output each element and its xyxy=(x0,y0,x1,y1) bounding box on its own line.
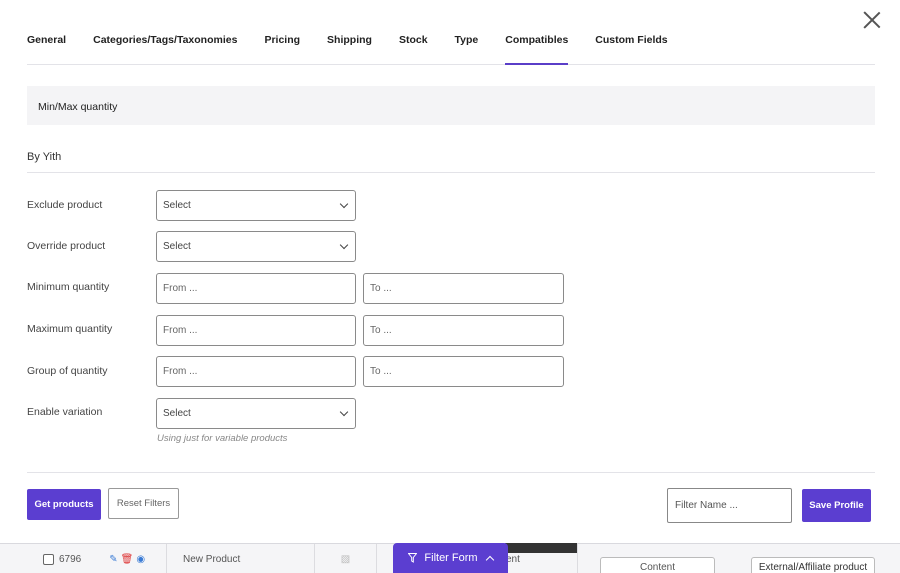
content-button[interactable]: Content xyxy=(600,557,715,573)
exclude-product-value: Select xyxy=(163,200,191,211)
group-of-quantity-label: Group of quantity xyxy=(27,365,108,377)
tab-stock[interactable]: Stock xyxy=(399,26,428,64)
reset-filters-button[interactable]: Reset Filters xyxy=(108,488,179,519)
enable-variation-select[interactable]: Select xyxy=(156,398,356,429)
minimum-quantity-label: Minimum quantity xyxy=(27,281,110,293)
trash-icon[interactable]: 🗑 xyxy=(121,554,134,565)
scrollbar-thumb[interactable] xyxy=(505,543,577,553)
row-cell-label: ent xyxy=(506,553,520,565)
group-of-quantity-to-input[interactable]: To ... xyxy=(363,356,564,387)
tab-pricing[interactable]: Pricing xyxy=(264,26,300,64)
get-products-button[interactable]: Get products xyxy=(27,489,101,520)
tab-general[interactable]: General xyxy=(27,26,66,64)
filter-modal: General Categories/Tags/Taxonomies Prici… xyxy=(0,0,900,543)
minimum-quantity-from-input[interactable]: From ... xyxy=(156,273,356,304)
maximum-quantity-to-input[interactable]: To ... xyxy=(363,315,564,346)
chevron-up-icon xyxy=(485,555,494,564)
row-title: New Product xyxy=(183,553,241,565)
override-product-label: Override product xyxy=(27,240,106,252)
row-id: 6796 xyxy=(59,553,82,565)
minimum-quantity-to-input[interactable]: To ... xyxy=(363,273,564,304)
group-of-quantity-from-input[interactable]: From ... xyxy=(156,356,356,387)
maximum-quantity-label: Maximum quantity xyxy=(27,323,113,335)
save-profile-button[interactable]: Save Profile xyxy=(802,489,871,522)
maximum-quantity-from-input[interactable]: From ... xyxy=(156,315,356,346)
tab-custom-fields[interactable]: Custom Fields xyxy=(595,26,667,64)
row-checkbox[interactable] xyxy=(43,553,54,565)
edit-icon[interactable]: ✎ xyxy=(109,554,117,565)
tab-bar: General Categories/Tags/Taxonomies Prici… xyxy=(27,26,875,65)
funnel-icon xyxy=(408,553,418,563)
enable-variation-help: Using just for variable products xyxy=(157,433,288,444)
filter-form-toggle[interactable]: Filter Form xyxy=(393,543,508,573)
footer-divider xyxy=(27,472,875,473)
override-product-value: Select xyxy=(163,241,191,252)
view-icon[interactable]: ◉ xyxy=(136,554,145,565)
filter-form-label: Filter Form xyxy=(424,552,478,564)
override-product-select[interactable]: Select xyxy=(156,231,356,262)
tab-categories[interactable]: Categories/Tags/Taxonomies xyxy=(93,26,237,64)
tab-shipping[interactable]: Shipping xyxy=(327,26,372,64)
subsection-title: By Yith xyxy=(27,151,62,163)
enable-variation-label: Enable variation xyxy=(27,406,103,418)
tab-type[interactable]: Type xyxy=(455,26,479,64)
divider xyxy=(27,172,875,173)
chevron-down-icon xyxy=(339,240,349,250)
image-placeholder-icon: ▧ xyxy=(315,544,377,573)
row-title-cell: New Product xyxy=(167,544,315,573)
enable-variation-value: Select xyxy=(163,408,191,419)
row-id-cell: 6796 ✎ 🗑 ◉ xyxy=(27,544,167,573)
tab-compatibles[interactable]: Compatibles xyxy=(505,26,569,65)
exclude-product-select[interactable]: Select xyxy=(156,190,356,221)
filter-name-input[interactable]: Filter Name ... xyxy=(667,488,792,523)
section-header: Min/Max quantity xyxy=(27,86,875,125)
chevron-down-icon xyxy=(339,199,349,209)
product-type-select[interactable]: External/Affiliate product xyxy=(751,557,875,573)
exclude-product-label: Exclude product xyxy=(27,199,103,211)
chevron-down-icon xyxy=(339,407,349,417)
